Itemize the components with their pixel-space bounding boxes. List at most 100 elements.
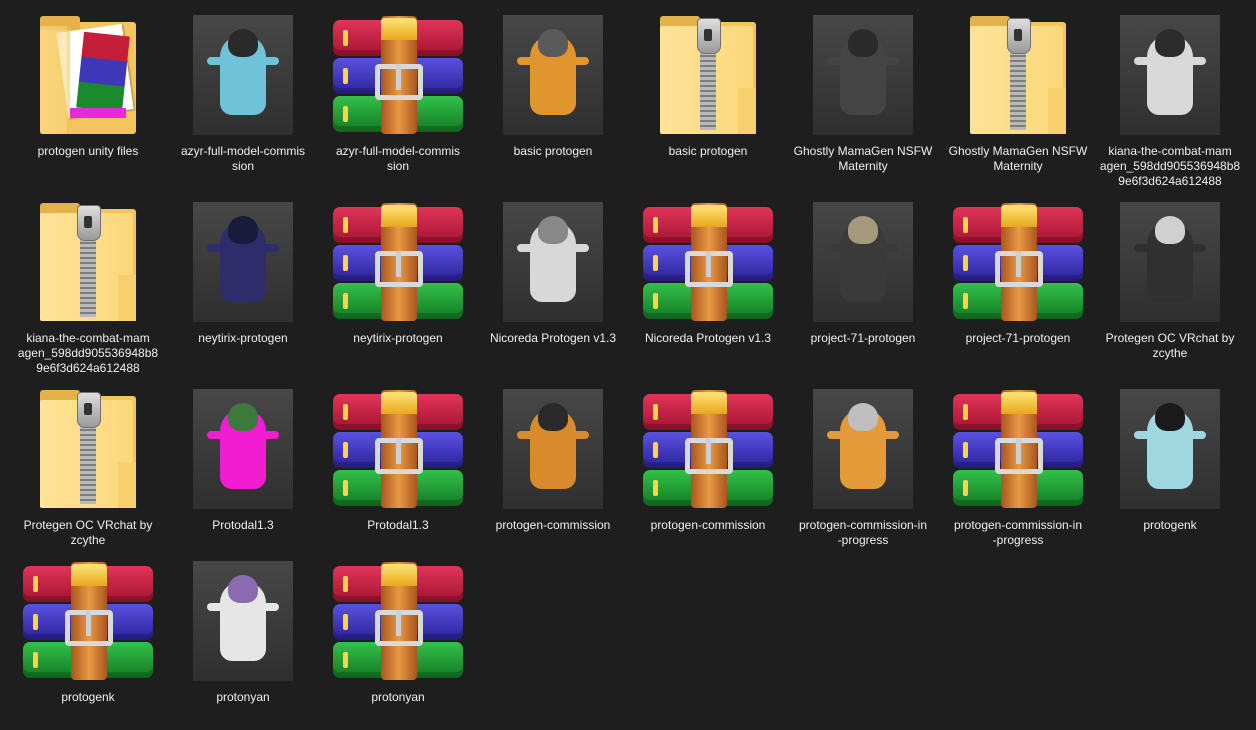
file-thumbnail — [168, 197, 318, 327]
file-thumbnail — [323, 10, 473, 140]
archive-strap-top — [1001, 205, 1037, 227]
file-item[interactable]: Ghostly MamaGen NSFW Maternity — [943, 10, 1093, 195]
file-item[interactable]: kiana-the-combat-mam agen_598dd905536948… — [1095, 10, 1245, 195]
file-item[interactable]: Protodal1.3 — [323, 384, 473, 569]
winrar-archive-icon — [23, 562, 153, 680]
character-arms — [207, 431, 279, 439]
file-thumbnail — [13, 556, 163, 686]
book-stripe — [963, 404, 968, 420]
file-thumbnail — [633, 10, 783, 140]
file-item[interactable]: protogen unity files — [13, 10, 163, 195]
archive-strap-top — [381, 564, 417, 586]
zip-folder-icon — [970, 16, 1066, 134]
book-stripe — [963, 293, 968, 309]
character-head — [538, 403, 568, 431]
model-preview-image — [503, 202, 603, 322]
file-item[interactable]: protogen-commission — [478, 384, 628, 569]
file-item[interactable]: azyr-full-model-commis sion — [168, 10, 318, 195]
archive-buckle-pin — [396, 438, 401, 464]
book-stripe — [33, 652, 38, 668]
file-name: basic protogen — [668, 144, 748, 158]
character-head — [1155, 216, 1185, 244]
zipper-pull — [77, 392, 101, 428]
file-item[interactable]: protogen-commission-in -progress — [943, 384, 1093, 569]
file-item[interactable]: basic protogen — [478, 10, 628, 195]
file-name: protogenk — [1143, 518, 1197, 532]
folder-flap — [1048, 88, 1066, 134]
zipper-pull — [697, 18, 721, 54]
file-item[interactable]: neytirix-protogen — [168, 197, 318, 382]
file-item[interactable]: Nicoreda Protogen v1.3 — [478, 197, 628, 382]
file-thumbnail — [13, 10, 163, 140]
book-stripe — [343, 576, 348, 592]
file-item[interactable]: protogen-commission-in -progress — [788, 384, 938, 569]
folder-archive-sheet — [76, 31, 130, 113]
book-stripe — [343, 293, 348, 309]
book-stripe — [343, 442, 348, 458]
file-thumbnail — [478, 384, 628, 514]
file-thumbnail — [13, 197, 163, 327]
character-arms — [207, 603, 279, 611]
file-name: Protodal1.3 — [212, 518, 274, 532]
folder-flap — [118, 275, 136, 321]
file-item[interactable]: basic protogen — [633, 10, 783, 195]
model-preview-image — [813, 15, 913, 135]
book-stripe — [343, 30, 348, 46]
archive-strap-top — [71, 564, 107, 586]
character-arms — [517, 57, 589, 65]
file-thumbnail — [788, 10, 938, 140]
book-stripe — [963, 255, 968, 271]
file-item[interactable]: Nicoreda Protogen v1.3 — [633, 197, 783, 382]
character-head — [848, 29, 878, 57]
winrar-archive-icon — [333, 562, 463, 680]
model-preview-image — [1120, 15, 1220, 135]
file-name: project-71-protogen — [965, 331, 1071, 345]
character-arms — [517, 244, 589, 252]
file-name: Protodal1.3 — [367, 518, 429, 532]
file-item[interactable]: Ghostly MamaGen NSFW Maternity — [788, 10, 938, 195]
file-thumbnail — [788, 197, 938, 327]
archive-buckle-pin — [1016, 438, 1021, 464]
book-stripe — [343, 652, 348, 668]
archive-buckle-pin — [706, 438, 711, 464]
archive-buckle-pin — [86, 610, 91, 636]
archive-strap-top — [381, 18, 417, 40]
character-head — [538, 29, 568, 57]
character-head — [1155, 403, 1185, 431]
file-thumbnail — [13, 384, 163, 514]
model-preview-image — [193, 202, 293, 322]
file-thumbnail — [1095, 10, 1245, 140]
file-item[interactable]: protonyan — [168, 556, 318, 716]
file-item[interactable]: project-71-protogen — [788, 197, 938, 382]
file-item[interactable]: neytirix-protogen — [323, 197, 473, 382]
file-name: kiana-the-combat-mam agen_598dd905536948… — [1099, 144, 1241, 188]
book-stripe — [343, 106, 348, 122]
character-head — [538, 216, 568, 244]
file-item[interactable]: azyr-full-model-commis sion — [323, 10, 473, 195]
winrar-archive-icon — [643, 390, 773, 508]
file-item[interactable]: Protodal1.3 — [168, 384, 318, 569]
file-name: Ghostly MamaGen NSFW Maternity — [793, 144, 933, 173]
file-thumbnail — [633, 384, 783, 514]
character-head — [228, 216, 258, 244]
file-item[interactable]: Protegen OC VRchat by zcythe — [13, 384, 163, 569]
file-thumbnail — [323, 556, 473, 686]
archive-strap-top — [691, 392, 727, 414]
file-item[interactable]: project-71-protogen — [943, 197, 1093, 382]
file-item[interactable]: Protegen OC VRchat by zcythe — [1095, 197, 1245, 382]
file-thumbnail — [168, 384, 318, 514]
file-thumbnail — [323, 384, 473, 514]
archive-strap-top — [1001, 392, 1037, 414]
file-name: protogen-commission — [650, 518, 766, 532]
archive-strap-top — [691, 205, 727, 227]
file-item[interactable]: protonyan — [323, 556, 473, 716]
zipper-pull — [77, 205, 101, 241]
file-item[interactable]: kiana-the-combat-mam agen_598dd905536948… — [13, 197, 163, 382]
file-name: Nicoreda Protogen v1.3 — [644, 331, 772, 345]
file-thumbnail — [478, 197, 628, 327]
file-item[interactable]: protogen-commission — [633, 384, 783, 569]
winrar-archive-icon — [333, 16, 463, 134]
file-item[interactable]: protogenk — [13, 556, 163, 716]
file-item[interactable]: protogenk — [1095, 384, 1245, 569]
file-name: basic protogen — [513, 144, 593, 158]
